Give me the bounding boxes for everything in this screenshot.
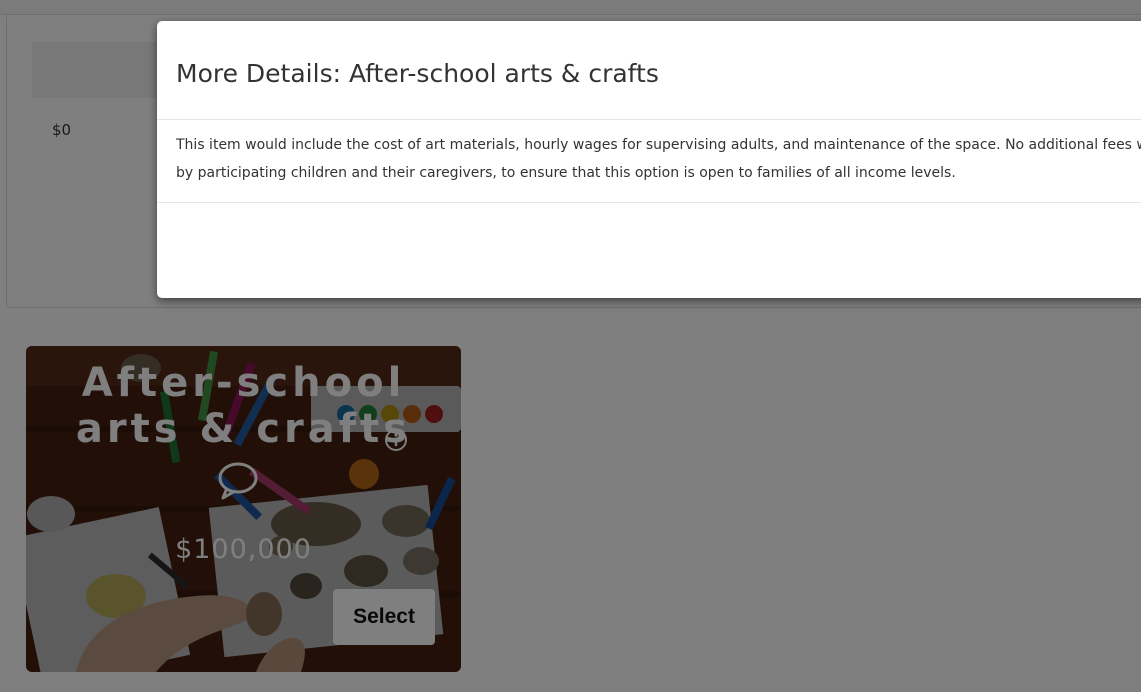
- modal-footer: [157, 202, 1141, 298]
- modal-body-line: by participating children and their care…: [176, 165, 956, 181]
- modal-title: More Details: After-school arts & crafts: [176, 59, 659, 88]
- modal-body: This item would include the cost of art …: [176, 131, 1141, 187]
- details-modal: More Details: After-school arts & crafts…: [157, 21, 1141, 298]
- modal-body-line: This item would include the cost of art …: [176, 137, 1141, 153]
- modal-header: More Details: After-school arts & crafts: [157, 21, 1141, 120]
